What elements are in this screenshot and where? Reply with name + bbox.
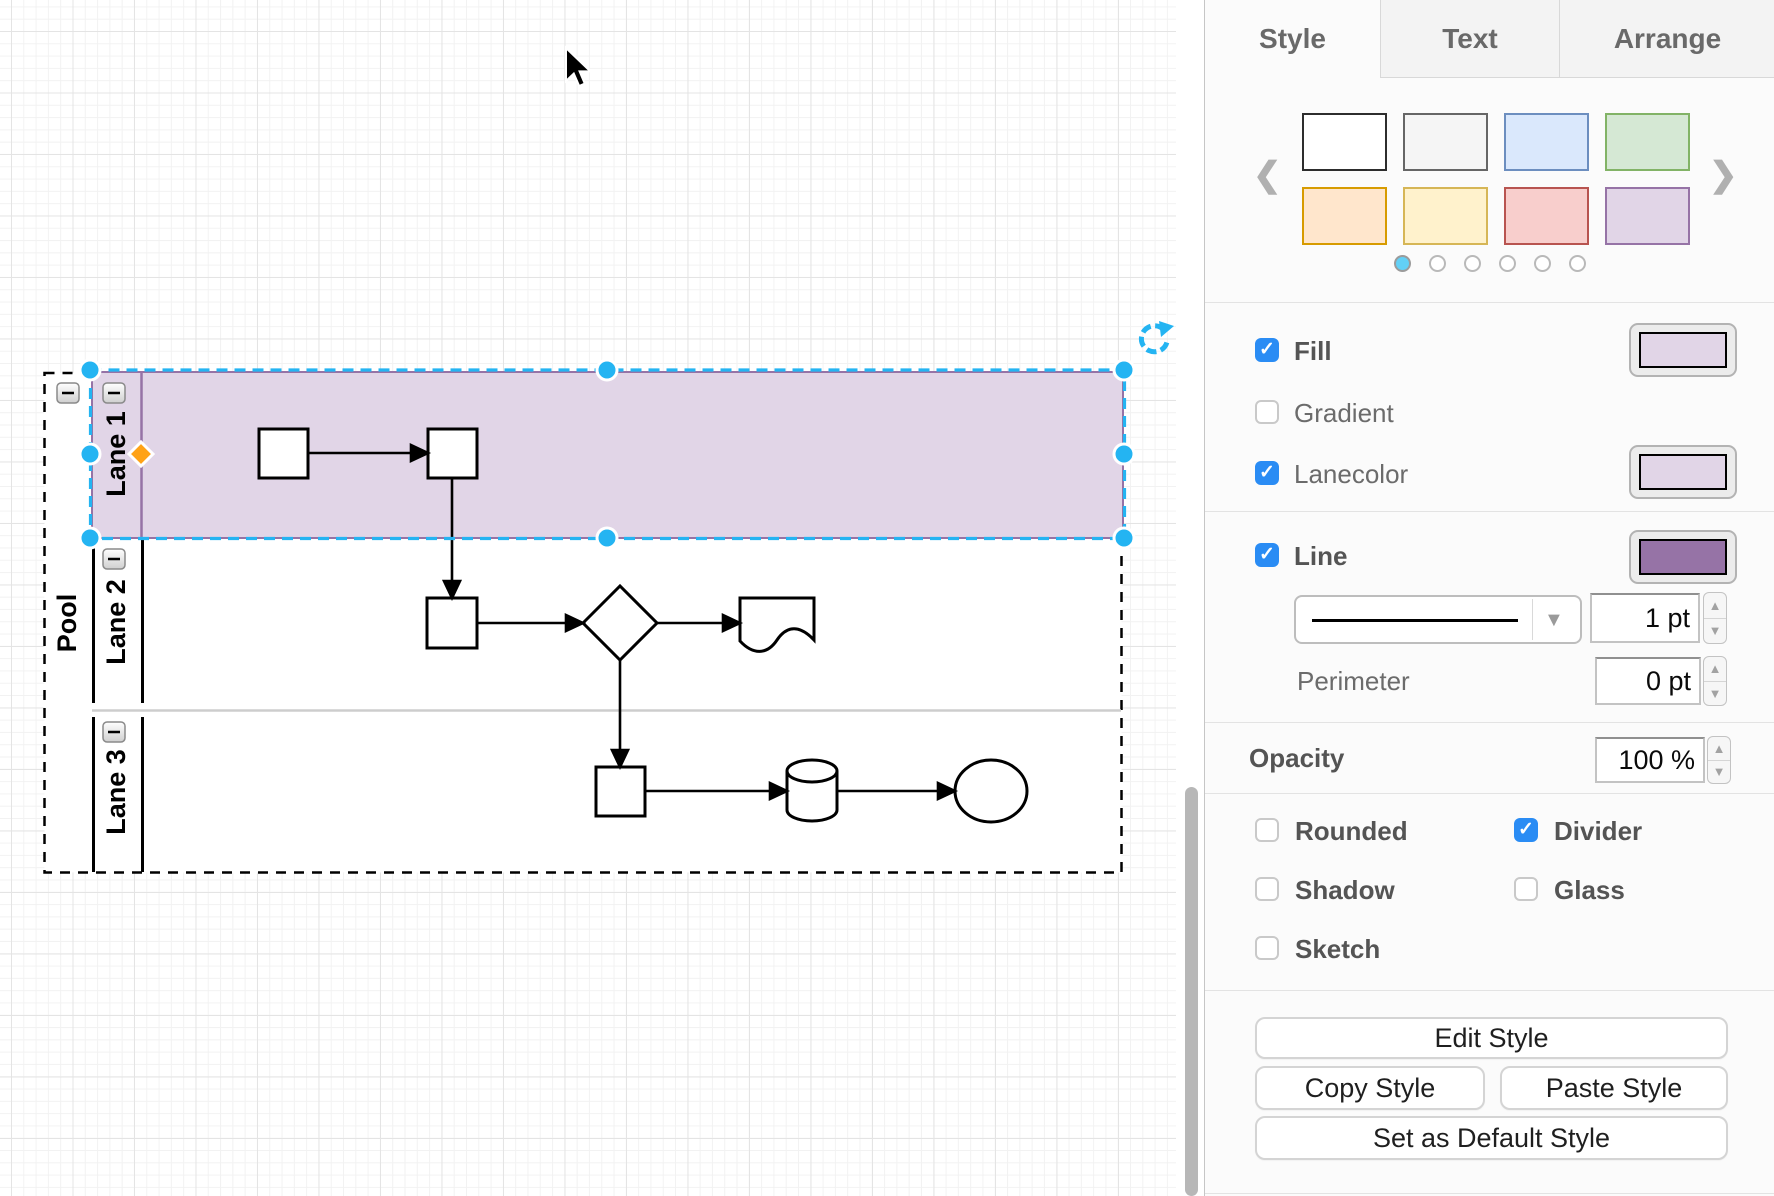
checkbox-gradient[interactable] xyxy=(1255,400,1279,424)
lanecolor-label: Lanecolor xyxy=(1294,459,1408,490)
canvas-vertical-scrollbar[interactable] xyxy=(1185,787,1198,1196)
swatch-pagination xyxy=(1205,255,1774,273)
swatch-page-dot-0[interactable] xyxy=(1394,255,1411,272)
paste-style-button[interactable]: Paste Style xyxy=(1500,1066,1728,1110)
task-node[interactable] xyxy=(596,767,645,816)
swatch-prev-icon[interactable]: ❮ xyxy=(1253,155,1282,195)
divider-label: Divider xyxy=(1554,816,1642,847)
style-swatch-1[interactable] xyxy=(1403,113,1488,171)
lanecolor-color-button[interactable] xyxy=(1629,445,1737,499)
line-color-preview xyxy=(1639,539,1727,575)
lane-1-collapse-button[interactable] xyxy=(103,383,125,403)
style-swatch-0[interactable] xyxy=(1302,113,1387,171)
checkbox-line[interactable]: ✓ xyxy=(1255,543,1279,567)
task-node[interactable] xyxy=(259,429,308,478)
mouse-cursor xyxy=(566,48,590,86)
fill-color-preview xyxy=(1639,332,1727,368)
task-node[interactable] xyxy=(427,598,477,648)
lane-3-collapse-button[interactable] xyxy=(103,722,125,742)
swatch-page-dot-5[interactable] xyxy=(1569,255,1586,272)
dropdown-arrow-icon: ▼ xyxy=(1544,609,1564,632)
swatch-page-dot-4[interactable] xyxy=(1534,255,1551,272)
fill-color-button[interactable] xyxy=(1629,323,1737,377)
gradient-label: Gradient xyxy=(1294,398,1394,429)
checkbox-lanecolor[interactable]: ✓ xyxy=(1255,461,1279,485)
checkbox-divider[interactable]: ✓ xyxy=(1514,818,1538,842)
opacity-input[interactable]: 100 % xyxy=(1595,737,1705,783)
perimeter-stepper[interactable]: ▲▼ xyxy=(1703,656,1727,706)
rotate-handle-icon[interactable] xyxy=(1141,321,1174,352)
line-style-preview xyxy=(1312,619,1518,622)
swatch-next-icon[interactable]: ❯ xyxy=(1709,155,1738,195)
style-swatch-6[interactable] xyxy=(1504,187,1589,245)
lane-1-shape[interactable] xyxy=(92,372,1123,538)
task-node[interactable] xyxy=(428,429,477,478)
rounded-label: Rounded xyxy=(1295,816,1408,847)
checkbox-fill[interactable]: ✓ xyxy=(1255,338,1279,362)
style-swatch-grid xyxy=(1302,113,1692,245)
opacity-stepper[interactable]: ▲▼ xyxy=(1707,736,1731,784)
lane-2-collapse-button[interactable] xyxy=(103,549,125,569)
sketch-label: Sketch xyxy=(1295,934,1380,965)
database-cylinder[interactable] xyxy=(787,760,837,821)
perimeter-label: Perimeter xyxy=(1297,666,1410,697)
set-default-style-button[interactable]: Set as Default Style xyxy=(1255,1116,1728,1160)
style-swatch-7[interactable] xyxy=(1605,187,1690,245)
glass-label: Glass xyxy=(1554,875,1625,906)
format-panel: Style Text Arrange ❮ ❯ ✓ Fill Gradient ✓… xyxy=(1204,0,1774,1196)
fill-label: Fill xyxy=(1294,336,1332,367)
tab-style[interactable]: Style xyxy=(1205,0,1381,78)
line-style-dropdown[interactable]: ▼ xyxy=(1294,595,1582,644)
swatch-page-dot-1[interactable] xyxy=(1429,255,1446,272)
style-swatch-2[interactable] xyxy=(1504,113,1589,171)
end-event-ellipse[interactable] xyxy=(955,760,1027,822)
swatch-page-dot-3[interactable] xyxy=(1499,255,1516,272)
opacity-label: Opacity xyxy=(1249,743,1344,774)
edit-style-button[interactable]: Edit Style xyxy=(1255,1017,1728,1059)
tab-text[interactable]: Text xyxy=(1381,0,1559,77)
line-color-button[interactable] xyxy=(1629,530,1737,584)
style-swatch-5[interactable] xyxy=(1403,187,1488,245)
checkbox-shadow[interactable] xyxy=(1255,877,1279,901)
line-label: Line xyxy=(1294,541,1347,572)
drawing-canvas[interactable]: Pool Lane 1 Lane 2 Lane 3 xyxy=(0,0,1204,1196)
line-width-stepper[interactable]: ▲▼ xyxy=(1703,592,1727,644)
pool-collapse-button[interactable] xyxy=(57,383,79,403)
format-tabbar: Style Text Arrange xyxy=(1205,0,1774,78)
checkbox-rounded[interactable] xyxy=(1255,818,1279,842)
style-swatch-4[interactable] xyxy=(1302,187,1387,245)
checkbox-sketch[interactable] xyxy=(1255,936,1279,960)
line-width-input[interactable]: 1 pt xyxy=(1590,593,1700,643)
tab-arrange[interactable]: Arrange xyxy=(1559,0,1774,77)
swatch-page-dot-2[interactable] xyxy=(1464,255,1481,272)
style-swatch-3[interactable] xyxy=(1605,113,1690,171)
lanecolor-color-preview xyxy=(1639,454,1727,490)
shadow-label: Shadow xyxy=(1295,875,1395,906)
copy-style-button[interactable]: Copy Style xyxy=(1255,1066,1485,1110)
checkbox-glass[interactable] xyxy=(1514,877,1538,901)
perimeter-input[interactable]: 0 pt xyxy=(1595,657,1701,705)
